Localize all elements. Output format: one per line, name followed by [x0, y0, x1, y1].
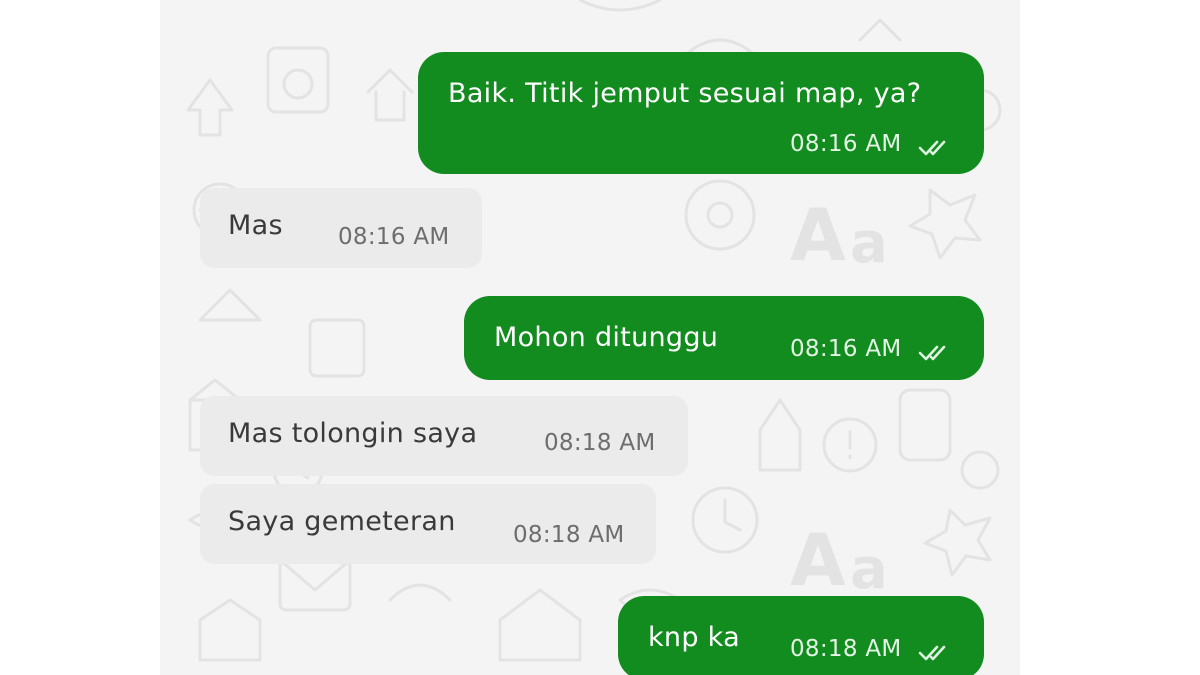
svg-text:a: a — [850, 537, 888, 602]
double-check-icon — [918, 639, 952, 661]
message-text: Mohon ditunggu — [494, 322, 719, 353]
double-check-icon — [918, 339, 952, 361]
message-timestamp: 08:16 AM — [790, 131, 902, 157]
message-text: Mas tolongin saya — [228, 418, 478, 449]
message-bubble-outgoing[interactable]: Baik. Titik jemput sesuai map, ya? 08:16… — [418, 52, 984, 174]
message-timestamp: 08:18 AM — [790, 636, 902, 662]
message-text: Mas — [228, 210, 283, 241]
message-bubble-outgoing[interactable]: Mohon ditunggu 08:16 AM — [464, 296, 984, 380]
svg-text:A: A — [790, 193, 846, 277]
message-text: Baik. Titik jemput sesuai map, ya? — [448, 78, 922, 109]
message-bubble-incoming[interactable]: Mas 08:16 AM — [200, 188, 482, 268]
svg-text:a: a — [850, 211, 888, 276]
message-text: knp ka — [648, 622, 740, 653]
message-bubble-incoming[interactable]: Saya gemeteran 08:18 AM — [200, 484, 656, 564]
screenshot-stage: A a A a Baik. Titik jemput sesuai map, y… — [0, 0, 1200, 675]
message-text: Saya gemeteran — [228, 506, 456, 537]
message-bubble-incoming[interactable]: Mas tolongin saya 08:18 AM — [200, 396, 688, 476]
double-check-icon — [918, 134, 952, 156]
message-timestamp: 08:16 AM — [338, 224, 450, 250]
svg-text:A: A — [790, 518, 846, 602]
message-timestamp: 08:18 AM — [544, 430, 656, 456]
message-timestamp: 08:16 AM — [790, 336, 902, 362]
message-timestamp: 08:18 AM — [513, 522, 625, 548]
message-bubble-outgoing[interactable]: knp ka 08:18 AM — [618, 596, 984, 675]
chat-conversation[interactable]: A a A a Baik. Titik jemput sesuai map, y… — [160, 0, 1020, 675]
